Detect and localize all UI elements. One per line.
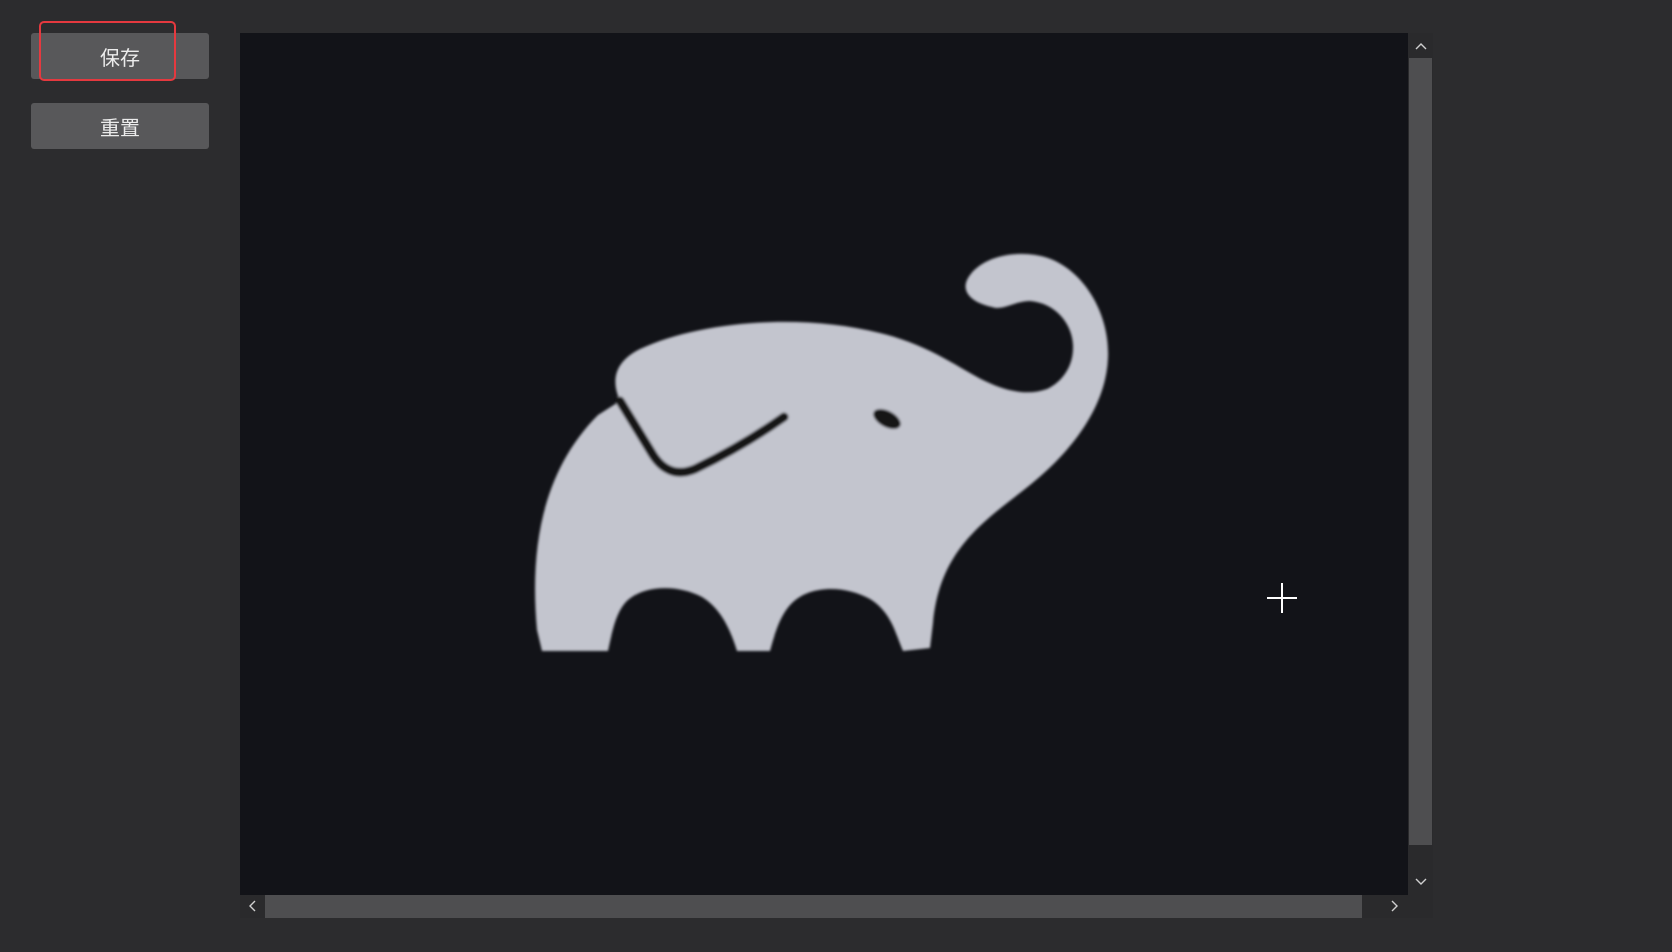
horizontal-scrollbar[interactable] (240, 895, 1408, 918)
vertical-scroll-thumb[interactable] (1409, 58, 1432, 845)
editor-window: 保存 重置 (0, 0, 1672, 952)
image-viewport[interactable] (240, 33, 1433, 918)
chevron-down-icon[interactable] (1410, 871, 1432, 893)
horizontal-scroll-thumb[interactable] (265, 895, 1362, 918)
image-canvas[interactable] (240, 33, 1408, 895)
save-button[interactable]: 保存 (31, 33, 209, 79)
elephant-icon (535, 253, 1109, 651)
scrollbar-corner (1408, 895, 1433, 918)
chevron-up-icon[interactable] (1410, 35, 1432, 57)
chevron-right-icon[interactable] (1384, 895, 1406, 917)
reset-button[interactable]: 重置 (31, 103, 209, 149)
vertical-scrollbar[interactable] (1408, 33, 1433, 895)
chevron-left-icon[interactable] (241, 895, 263, 917)
